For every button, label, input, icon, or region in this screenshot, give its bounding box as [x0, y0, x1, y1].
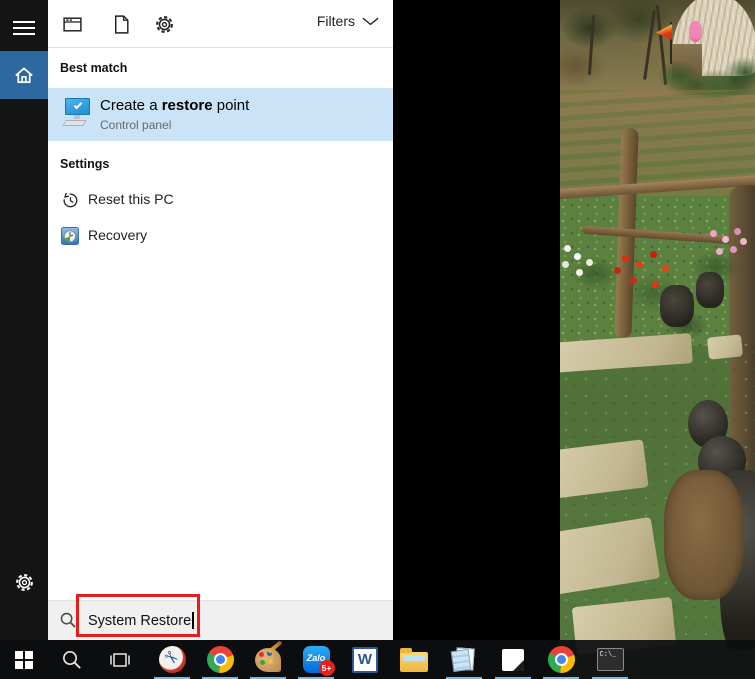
notepad-icon — [452, 648, 476, 672]
task-view-button[interactable] — [96, 640, 144, 679]
settings-filter-icon[interactable] — [154, 14, 175, 35]
white-square-app-icon — [502, 649, 524, 671]
gear-icon — [14, 572, 35, 593]
recovery-icon — [61, 227, 79, 245]
command-prompt-icon: C:\_ — [597, 648, 624, 671]
search-results-panel: Filters Best match Create a restore poin… — [48, 0, 393, 640]
desktop-wallpaper[interactable] — [560, 0, 755, 679]
documents-filter-icon[interactable] — [111, 14, 132, 35]
chrome-icon — [207, 646, 234, 673]
word-icon: W — [352, 647, 378, 673]
taskbar-app-word[interactable]: W — [341, 640, 389, 679]
paint-icon — [255, 648, 281, 672]
chevron-down-icon — [362, 17, 379, 26]
taskbar: Zalo 5+ W C:\_ — [0, 640, 755, 679]
search-icon — [61, 649, 83, 671]
apps-filter-icon[interactable] — [62, 14, 83, 35]
start-menu-sidebar — [0, 0, 48, 640]
windows-10-desktop: Filters Best match Create a restore poin… — [0, 0, 755, 679]
wallpaper-white-flowers — [564, 245, 571, 252]
chrome-icon — [548, 646, 575, 673]
snipping-app-icon — [155, 643, 188, 676]
sidebar-home-button[interactable] — [0, 51, 48, 99]
settings-section-header: Settings — [60, 157, 109, 171]
notification-badge: 5+ — [319, 660, 335, 676]
start-button[interactable] — [0, 640, 48, 679]
task-view-icon — [108, 650, 132, 670]
system-properties-monitor-icon — [62, 96, 94, 130]
search-input[interactable]: System Restore — [48, 600, 393, 640]
taskbar-app-chrome-2[interactable] — [537, 640, 585, 679]
result-reset-this-pc[interactable]: Reset this PC — [48, 184, 393, 216]
home-icon — [13, 64, 35, 86]
taskbar-app-white-square[interactable] — [489, 640, 537, 679]
result-recovery[interactable]: Recovery — [48, 220, 393, 252]
wallpaper-flower-foliage — [560, 215, 755, 345]
wallpaper-pink-flowers — [710, 230, 717, 237]
hamburger-menu-button[interactable] — [0, 4, 48, 52]
result-label: Recovery — [88, 227, 147, 243]
zalo-icon: Zalo 5+ — [303, 646, 330, 673]
desktop-black-area — [393, 0, 560, 679]
filters-label: Filters — [317, 13, 355, 29]
windows-logo-icon — [15, 651, 33, 669]
wallpaper-stepping-stone — [707, 334, 743, 359]
taskbar-search-button[interactable] — [48, 640, 96, 679]
search-query-text: System Restore — [88, 613, 191, 629]
wallpaper-pink-sign — [689, 21, 702, 42]
best-match-result[interactable]: Create a restore point Control panel — [48, 88, 393, 141]
hamburger-icon — [13, 17, 35, 39]
file-explorer-icon — [400, 652, 428, 672]
taskbar-app-command-prompt[interactable]: C:\_ — [586, 640, 634, 679]
best-match-subtitle: Control panel — [100, 118, 171, 132]
result-label: Reset this PC — [88, 191, 174, 207]
wallpaper-dirt-patch — [664, 470, 744, 600]
taskbar-app-zalo[interactable]: Zalo 5+ — [292, 640, 340, 679]
taskbar-app-notepad[interactable] — [440, 640, 488, 679]
taskbar-app-chrome[interactable] — [196, 640, 244, 679]
best-match-header: Best match — [60, 61, 127, 75]
search-icon — [59, 611, 78, 630]
best-match-title: Create a restore point — [100, 97, 249, 114]
taskbar-app-file-explorer[interactable] — [390, 640, 438, 679]
search-panel-topbar: Filters — [48, 0, 393, 48]
wallpaper-plant-pot — [660, 285, 694, 327]
filters-dropdown[interactable]: Filters — [317, 13, 379, 29]
sidebar-settings-button[interactable] — [0, 558, 48, 606]
wallpaper-plant-pot — [696, 272, 724, 308]
taskbar-app-snipping[interactable] — [148, 640, 196, 679]
history-icon — [61, 191, 79, 209]
text-caret — [192, 612, 194, 629]
wallpaper-red-flowers — [622, 255, 629, 262]
taskbar-app-paint[interactable] — [244, 640, 292, 679]
